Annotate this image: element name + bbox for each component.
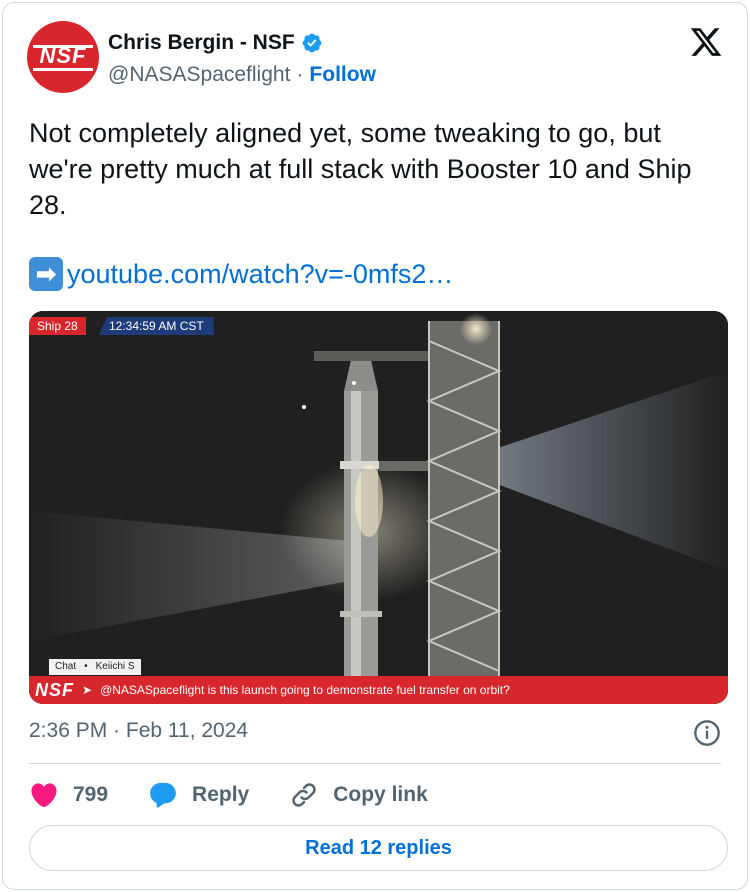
launch-site-photo — [29, 311, 728, 704]
avatar-logo: NSF — [39, 43, 87, 68]
read-replies-button[interactable]: Read 12 replies — [29, 825, 728, 871]
author-handle-row: @NASASpaceflight · Follow — [108, 63, 376, 87]
info-icon[interactable] — [693, 719, 721, 747]
chat-arrow-icon: ➤ — [82, 683, 93, 697]
heart-icon — [31, 783, 57, 808]
chat-tag-dot: • — [84, 661, 88, 672]
avatar[interactable]: NSF — [27, 21, 99, 93]
tweet-timestamp[interactable]: 2:36 PM · Feb 11, 2024 — [29, 719, 248, 743]
reply-label: Reply — [192, 783, 250, 806]
author-display-name[interactable]: Chris Bergin - NSF — [108, 31, 295, 55]
author-name-row: Chris Bergin - NSF — [108, 31, 323, 55]
follow-button[interactable]: Follow — [309, 63, 376, 87]
chat-tag: Chat • Keiichi S — [49, 659, 141, 675]
copy-link-label: Copy link — [333, 783, 428, 806]
like-button[interactable]: 799 — [29, 780, 108, 810]
reply-button[interactable]: Reply — [148, 780, 249, 810]
chat-nsf-logo: NSF — [35, 679, 74, 700]
tweet-card: NSF Chris Bergin - NSF @NASASpaceflight … — [2, 2, 748, 890]
chat-message-bar: NSF ➤ @NASASpaceflight is this launch go… — [29, 676, 728, 704]
chat-tag-user: Keiichi S — [95, 661, 135, 672]
chat-tag-label: Chat — [55, 661, 77, 672]
reply-bubble-icon — [150, 782, 176, 808]
link-icon — [292, 783, 316, 807]
arrow-right-emoji-icon: ➡ — [29, 257, 63, 291]
like-count: 799 — [73, 783, 109, 806]
tweet-link-row: ➡ youtube.com/watch?v=-0mfs2… — [29, 257, 453, 291]
youtube-link[interactable]: youtube.com/watch?v=-0mfs2… — [67, 259, 453, 290]
tweet-actions: 799 Reply Copy link — [29, 775, 468, 815]
chat-message: @NASASpaceflight is this launch going to… — [100, 683, 510, 697]
tweet-media-image[interactable]: Ship 28 12:34:59 AM CST Chat • Keiichi S… — [29, 311, 728, 704]
tweet-text: Not completely aligned yet, some tweakin… — [29, 118, 692, 220]
handle-separator: · — [296, 63, 304, 86]
copy-link-button[interactable]: Copy link — [289, 780, 428, 810]
author-handle[interactable]: @NASASpaceflight — [108, 63, 290, 87]
x-logo-icon[interactable] — [689, 25, 723, 59]
media-label-ship: Ship 28 — [29, 317, 86, 335]
divider — [29, 763, 721, 764]
verified-badge-icon — [302, 33, 322, 53]
media-label-time: 12:34:59 AM CST — [99, 317, 214, 335]
